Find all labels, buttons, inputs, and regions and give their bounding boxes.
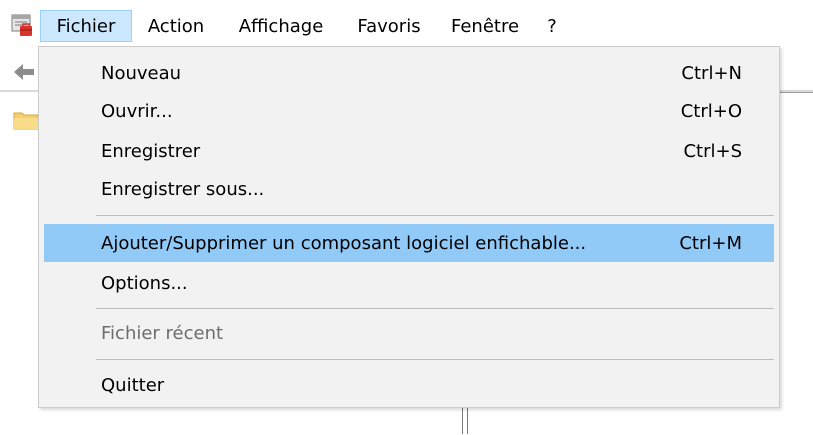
menu-item-ajouter-supprimer-composant[interactable]: Ajouter/Supprimer un composant logiciel … [44, 224, 774, 262]
menu-fichier[interactable]: Fichier [40, 10, 132, 42]
menu-help-label: ? [547, 15, 557, 37]
menu-item-shortcut: Ctrl+M [679, 232, 742, 254]
menu-action[interactable]: Action [135, 10, 217, 42]
menu-item-fichier-recent: Fichier récent [44, 314, 774, 352]
menu-item-shortcut: Ctrl+S [683, 140, 742, 162]
menu-item-options[interactable]: Options... [44, 264, 774, 302]
menu-item-label: Enregistrer [101, 140, 201, 162]
mmc-window: Fichier Action Affichage Favoris Fenêtre… [0, 0, 813, 435]
folder-icon[interactable] [12, 108, 40, 132]
pane-divider [778, 92, 813, 93]
menu-item-shortcut: Ctrl+N [681, 62, 742, 84]
menu-item-label: Ouvrir... [101, 100, 173, 122]
menu-affichage[interactable]: Affichage [225, 10, 337, 42]
menu-item-quitter[interactable]: Quitter [44, 366, 774, 404]
menu-separator [96, 359, 774, 360]
menu-item-label: Quitter [101, 374, 165, 396]
menu-item-ouvrir[interactable]: Ouvrir... Ctrl+O [44, 92, 774, 130]
menu-fichier-label: Fichier [56, 15, 116, 37]
back-arrow-icon[interactable] [12, 60, 36, 84]
menu-item-label: Options... [101, 272, 188, 294]
fichier-dropdown-menu: Nouveau Ctrl+N Ouvrir... Ctrl+O Enregist… [38, 46, 780, 408]
menu-item-shortcut: Ctrl+O [680, 100, 742, 122]
menu-item-label: Fichier récent [101, 322, 224, 344]
menu-action-label: Action [147, 15, 205, 37]
menu-help[interactable]: ? [538, 10, 566, 42]
menu-favoris-label: Favoris [357, 15, 421, 37]
menu-separator [96, 308, 774, 309]
menu-item-nouveau[interactable]: Nouveau Ctrl+N [44, 54, 774, 92]
menu-item-label: Nouveau [101, 62, 182, 84]
menu-fenetre-label: Fenêtre [450, 15, 520, 37]
menu-item-label: Ajouter/Supprimer un composant logiciel … [101, 232, 587, 254]
menu-fenetre[interactable]: Fenêtre [440, 10, 530, 42]
menu-separator [96, 215, 774, 216]
menu-item-enregistrer-sous[interactable]: Enregistrer sous... [44, 170, 774, 208]
menu-favoris[interactable]: Favoris [345, 10, 433, 42]
pane-splitter[interactable] [462, 408, 468, 434]
menu-affichage-label: Affichage [238, 15, 324, 37]
menu-item-label: Enregistrer sous... [101, 178, 265, 200]
menu-item-enregistrer[interactable]: Enregistrer Ctrl+S [44, 132, 774, 170]
